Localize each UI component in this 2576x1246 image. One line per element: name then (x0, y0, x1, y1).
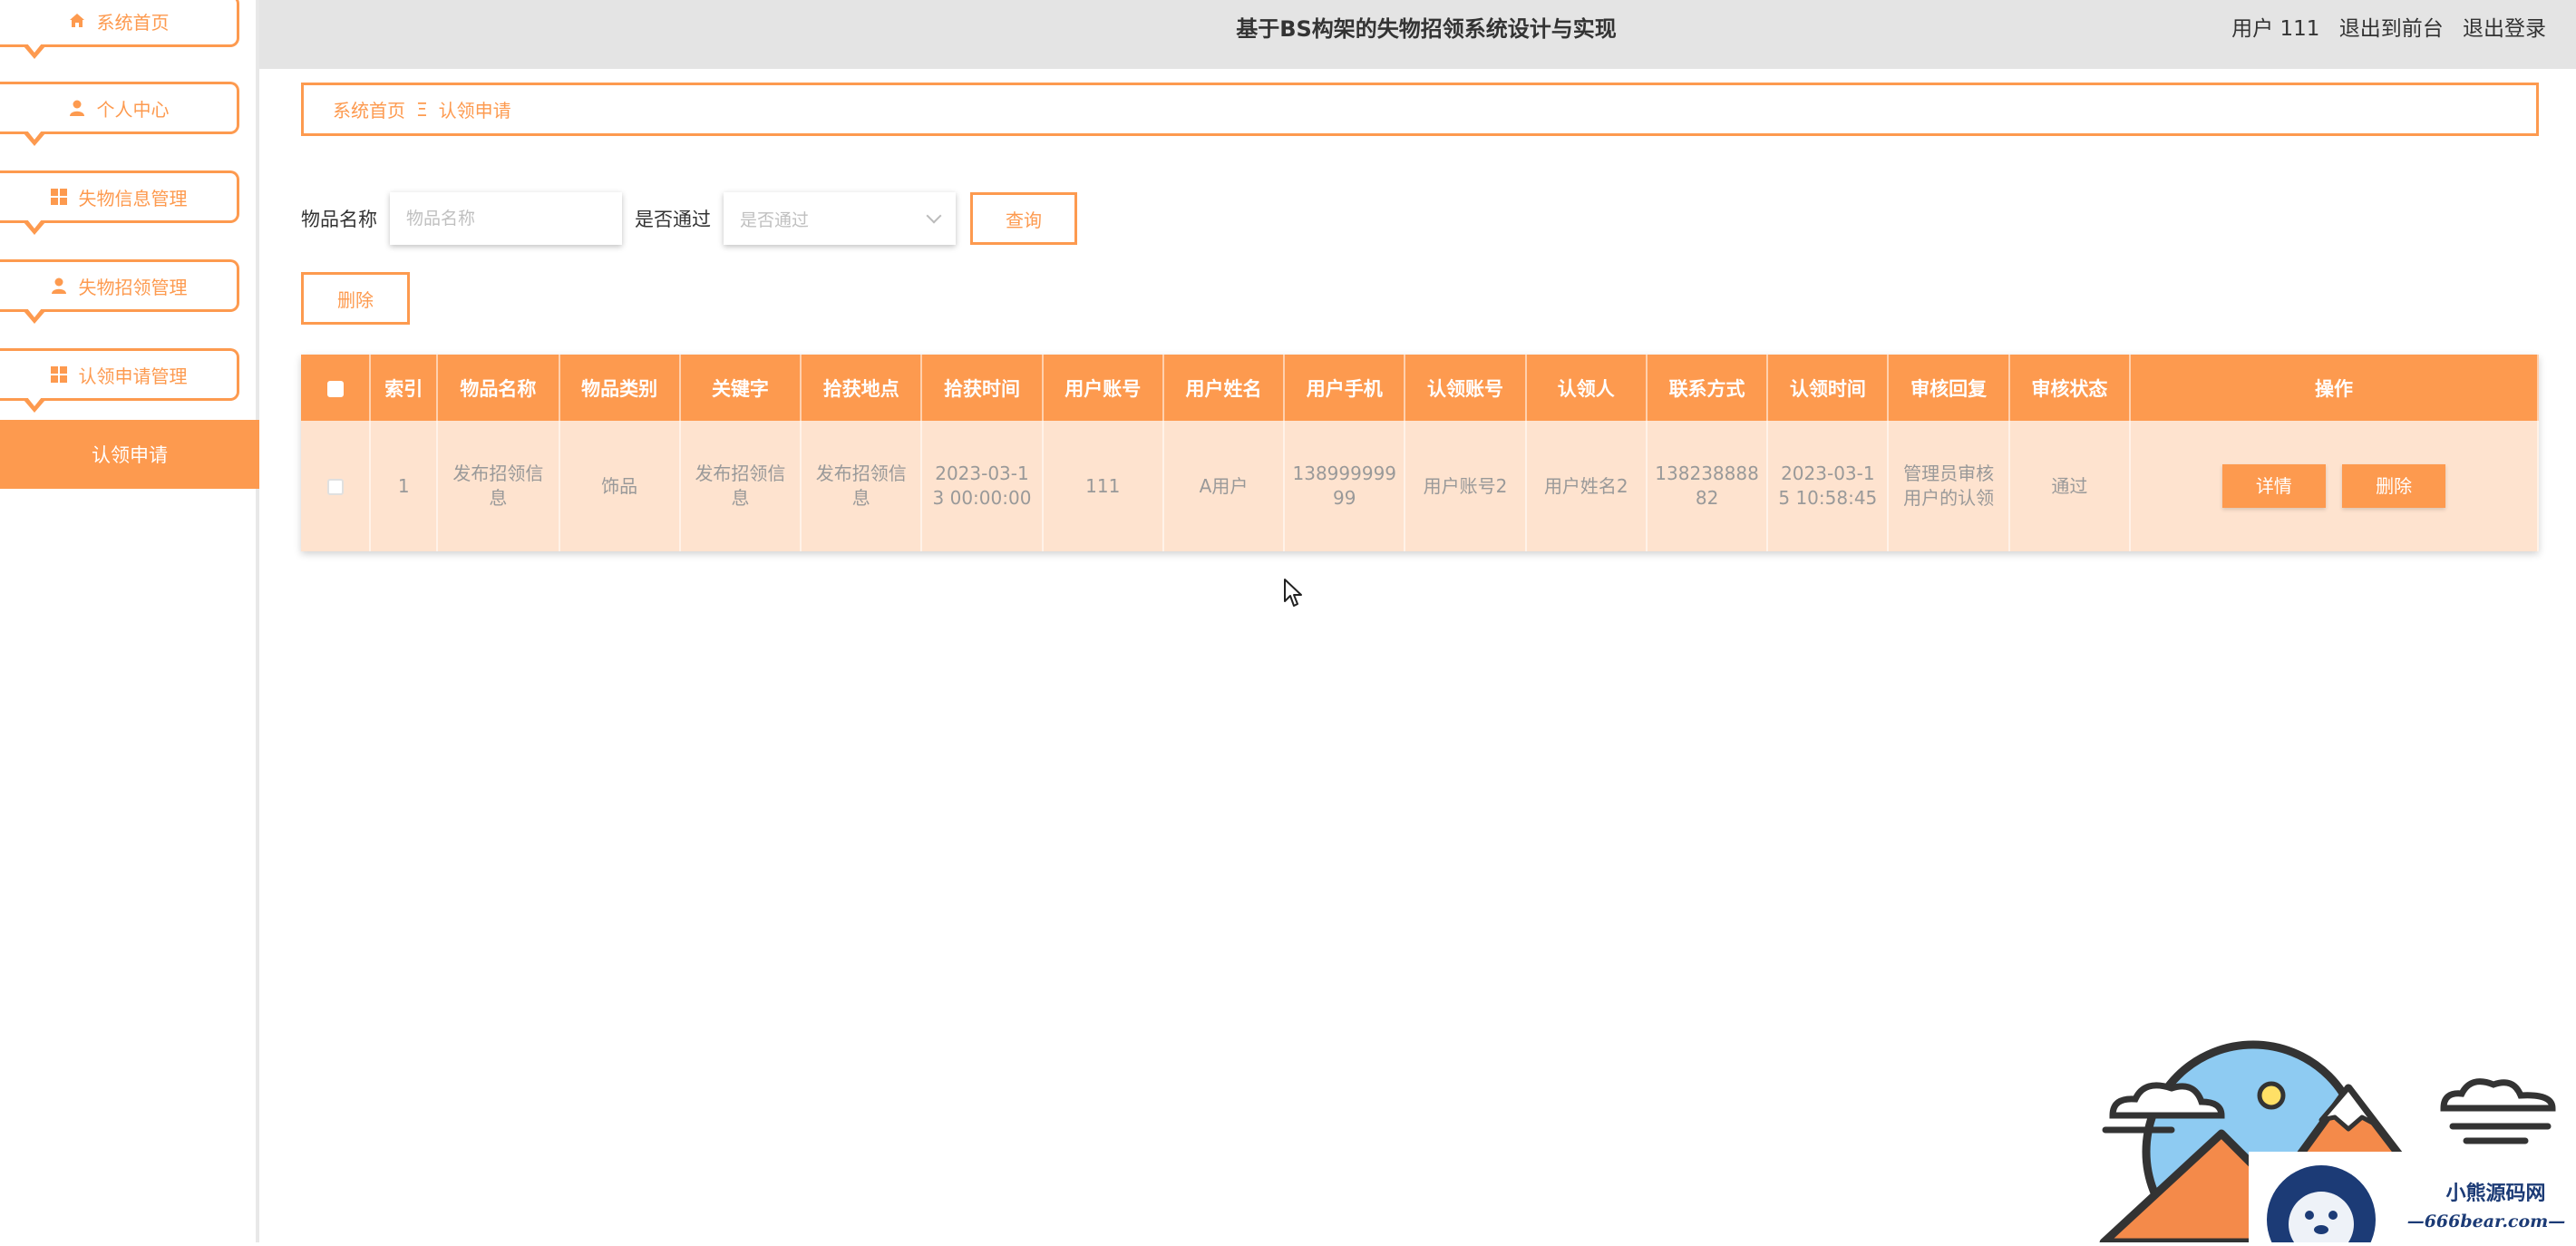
cell-user-account: 111 (1042, 421, 1164, 551)
detail-button[interactable]: 详情 (2221, 464, 2326, 508)
user-icon (69, 100, 84, 116)
claim-table: 索引 物品名称 物品类别 关键字 拾获地点 拾获时间 用户账号 用户姓名 用户手… (301, 355, 2539, 551)
row-checkbox[interactable] (326, 479, 344, 495)
sidebar: 系统首页 个人中心 失物信息管理 失物招领管理 认领申请管理 认领申请 (0, 0, 259, 1242)
mountain-sun-illustration (2099, 1040, 2576, 1246)
chevron-down-icon (926, 208, 942, 224)
top-bar: 基于BS构架的失物招领系统设计与实现 用户 111 退出到前台 退出登录 (259, 0, 2576, 69)
breadcrumb-home[interactable]: 系统首页 (333, 96, 405, 122)
watermark-title: 小熊源码网 (2445, 1182, 2546, 1205)
breadcrumb: 系统首页 Ξ 认领申请 (301, 83, 2539, 136)
back-to-front-link[interactable]: 退出到前台 (2339, 17, 2444, 41)
sidebar-item-label: 系统首页 (96, 11, 170, 34)
cell-category: 饰品 (559, 421, 681, 551)
cell-review-status: 通过 (2008, 421, 2132, 551)
column-header: 审核状态 (2008, 355, 2132, 421)
column-header: 拾获地点 (801, 355, 923, 421)
cell-keyword: 发布招领信息 (679, 421, 802, 551)
column-header: 操作 (2130, 355, 2539, 421)
column-header: 用户姓名 (1162, 355, 1286, 421)
cell-review-reply: 管理员审核用户的认领 (1888, 421, 2010, 551)
sidebar-item-home[interactable]: 系统首页 (0, 0, 239, 59)
sidebar-item-lost-info[interactable]: 失物信息管理 (0, 170, 239, 235)
cell-index: 1 (370, 421, 439, 551)
watermark-url: —666bear.com— (2406, 1212, 2566, 1231)
cell-item-name: 发布招领信息 (437, 421, 560, 551)
cell-contact: 13823888882 (1646, 421, 1769, 551)
cell-claimer: 用户姓名2 (1525, 421, 1648, 551)
mouse-cursor-icon (1284, 579, 1302, 607)
top-links: 用户 111 退出到前台 退出登录 (2219, 0, 2546, 58)
column-header: 认领人 (1525, 355, 1648, 421)
column-header: 认领时间 (1767, 355, 1890, 421)
sidebar-item-found-notice[interactable]: 失物招领管理 (0, 259, 239, 324)
cell-location: 发布招领信息 (801, 421, 923, 551)
app-title: 基于BS构架的失物招领系统设计与实现 (1236, 16, 1617, 42)
sidebar-item-label: 个人中心 (96, 98, 170, 121)
user-icon (51, 277, 66, 294)
column-header: 用户账号 (1042, 355, 1164, 421)
column-header: 审核回复 (1888, 355, 2010, 421)
cell-actions: 详情 删除 (2130, 421, 2539, 551)
pass-status-label: 是否通过 (635, 209, 711, 230)
home-icon (69, 14, 84, 27)
column-header: 联系方式 (1646, 355, 1769, 421)
table-row: 1 发布招领信息 饰品 发布招领信息 发布招领信息 2023-03-13 00:… (301, 421, 2539, 551)
breadcrumb-current: 认领申请 (438, 100, 511, 122)
breadcrumb-separator: Ξ (416, 98, 428, 121)
row-delete-button[interactable]: 删除 (2342, 464, 2446, 508)
grid-icon (50, 366, 67, 383)
pass-status-placeholder: 是否通过 (740, 209, 810, 230)
cell-user-phone: 13899999999 (1284, 421, 1406, 551)
current-user: 用户 111 (2231, 17, 2320, 41)
sidebar-item-label: 认领申请管理 (78, 365, 188, 387)
column-header: 拾获时间 (921, 355, 1044, 421)
logout-link[interactable]: 退出登录 (2463, 17, 2546, 41)
cell-found-time: 2023-03-13 00:00:00 (921, 421, 1044, 551)
select-all-cell (301, 355, 372, 421)
sidebar-item-label: 失物信息管理 (78, 187, 188, 209)
query-button[interactable]: 查询 (970, 192, 1077, 245)
sidebar-item-claim-management[interactable]: 认领申请管理 (0, 348, 239, 413)
mascot-illustration: 小熊源码网 —666bear.com— (2095, 1025, 2576, 1246)
cell-user-name: A用户 (1162, 421, 1286, 551)
column-header: 索引 (370, 355, 439, 421)
select-all-checkbox[interactable] (326, 380, 344, 397)
search-form: 物品名称 是否通过 是否通过 查询 (301, 190, 1077, 247)
grid-icon (50, 189, 67, 205)
cell-claim-time: 2023-03-15 10:58:45 (1767, 421, 1890, 551)
column-header: 关键字 (679, 355, 802, 421)
batch-delete-button[interactable]: 删除 (301, 272, 410, 325)
sidebar-subitem-claim-application[interactable]: 认领申请 (0, 420, 259, 489)
column-header: 物品类别 (559, 355, 681, 421)
cell-claim-account: 用户账号2 (1405, 421, 1527, 551)
pass-status-select[interactable]: 是否通过 (724, 192, 956, 245)
item-name-label: 物品名称 (301, 209, 377, 230)
sidebar-item-personal-center[interactable]: 个人中心 (0, 82, 239, 146)
row-select-cell (301, 421, 372, 551)
item-name-input[interactable] (390, 192, 622, 245)
sidebar-item-label: 失物招领管理 (78, 276, 188, 298)
column-header: 用户手机 (1284, 355, 1406, 421)
column-header: 物品名称 (437, 355, 560, 421)
table-header-row: 索引 物品名称 物品类别 关键字 拾获地点 拾获时间 用户账号 用户姓名 用户手… (301, 355, 2539, 421)
column-header: 认领账号 (1405, 355, 1527, 421)
